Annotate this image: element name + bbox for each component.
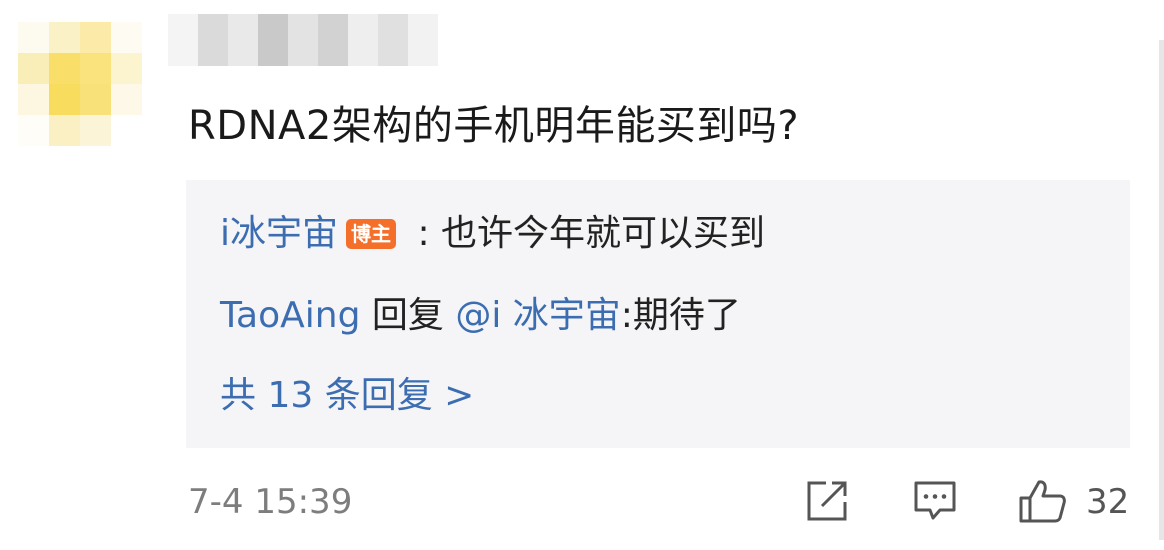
- reply-item[interactable]: i冰宇宙 博主 : 也许今年就可以买到: [220, 210, 765, 258]
- reply-mention[interactable]: @i 冰宇宙: [455, 292, 620, 340]
- avatar[interactable]: [18, 22, 142, 146]
- comment-date: 7-4 15:39: [188, 482, 353, 522]
- reply-author[interactable]: TaoAing: [220, 292, 360, 340]
- reply-item[interactable]: TaoAing 回复 @i 冰宇宙 :期待了: [220, 292, 741, 340]
- comment-card: RDNA2架构的手机明年能买到吗? i冰宇宙 博主 : 也许今年就可以买到 Ta…: [0, 0, 1164, 550]
- comment-text: RDNA2架构的手机明年能买到吗?: [188, 103, 800, 149]
- more-replies-link[interactable]: 共 13 条回复 >: [220, 372, 474, 420]
- username-blurred[interactable]: [168, 14, 438, 66]
- scrollbar[interactable]: [1159, 40, 1164, 540]
- reply-separator: :: [406, 213, 442, 254]
- thumbs-up-icon[interactable]: [1018, 478, 1068, 524]
- reply-text: 也许今年就可以买到: [441, 213, 766, 254]
- reply-word: 回复: [360, 295, 456, 336]
- share-icon[interactable]: [804, 478, 850, 524]
- reply-author[interactable]: i冰宇宙: [220, 210, 338, 258]
- reply-text: :期待了: [620, 295, 741, 336]
- blogger-badge: 博主: [346, 219, 397, 249]
- like-count: 32: [1086, 482, 1130, 522]
- reply-box: i冰宇宙 博主 : 也许今年就可以买到 TaoAing 回复 @i 冰宇宙 :期…: [186, 180, 1130, 448]
- comment-icon[interactable]: [912, 478, 958, 524]
